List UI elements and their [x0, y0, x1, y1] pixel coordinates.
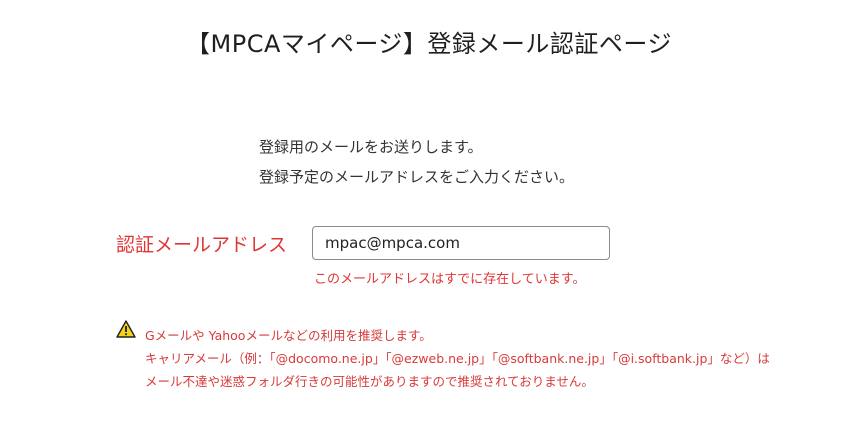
email-field[interactable] — [312, 226, 610, 260]
email-field-label: 認証メールアドレス — [116, 234, 288, 256]
email-error-message: このメールアドレスはすでに存在しています。 — [314, 272, 586, 287]
notice-line-1: Gメールや Yahooメールなどの利用を推奨します。 — [145, 328, 432, 343]
intro-line-2: 登録予定のメールアドレスをご入力ください。 — [259, 168, 575, 186]
notice-line-2: キャリアメール（例：「@docomo.ne.jp」「@ezweb.ne.jp」「… — [145, 351, 770, 366]
intro-line-1: 登録用のメールをお送りします。 — [259, 138, 483, 156]
intro-text: 登録用のメールをお送りします。 登録予定のメールアドレスをご入力ください。 — [259, 132, 574, 192]
notice-line-3: メール不達や迷惑フォルダ行きの可能性がありますので推奨されておりません。 — [145, 374, 594, 389]
page-title: 【MPCAマイページ】登録メール認証ページ — [186, 30, 672, 58]
warning-icon — [116, 320, 136, 338]
